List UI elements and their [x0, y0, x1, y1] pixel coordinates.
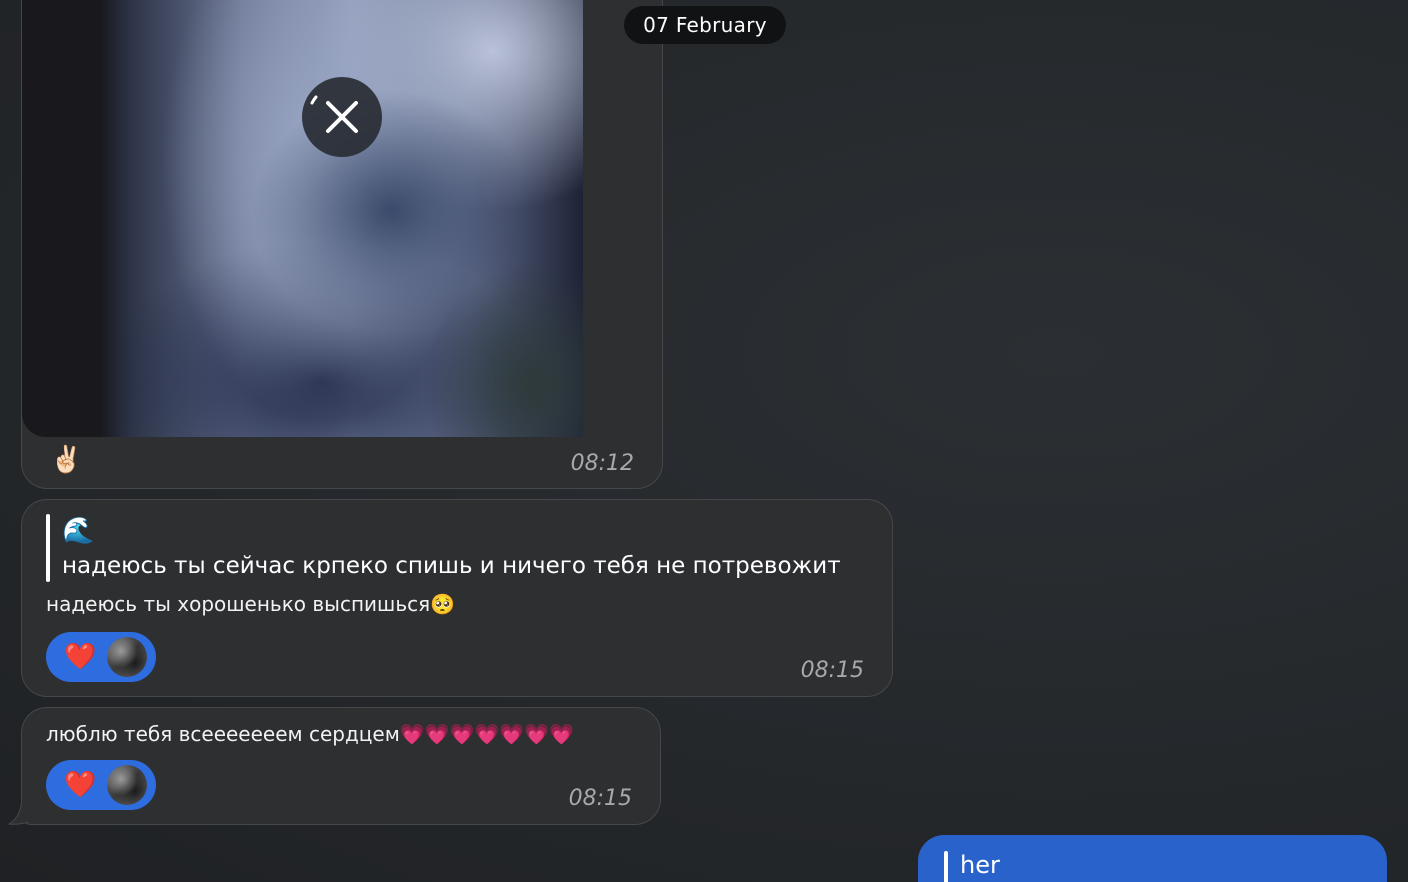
quote-emoji: 🌊 [62, 516, 95, 546]
text-message[interactable]: люблю тебя всееееееем сердцем💗💗💗💗💗💗💗 ❤️ … [21, 707, 661, 825]
quote-bar [46, 514, 50, 582]
photo-message[interactable]: ✌🏻 08:12 [21, 0, 663, 489]
reaction-chip[interactable]: ❤️ [46, 632, 156, 682]
close-icon [310, 95, 358, 133]
outgoing-message[interactable]: her [918, 835, 1387, 882]
heart-icon: ❤️ [64, 770, 97, 800]
reaction-chip[interactable]: ❤️ [46, 760, 156, 810]
heart-icon: ❤️ [64, 642, 97, 672]
message-time: 08:15 [568, 786, 632, 811]
photo-glow-region [422, 261, 583, 437]
blurred-photo[interactable] [22, 0, 583, 437]
quoted-text[interactable]: her [960, 851, 1000, 879]
message-text: надеюсь ты хорошенько выспишься🥺 [46, 592, 456, 616]
bubble-tail [8, 795, 34, 825]
chat-area: ✌🏻 08:12 07 February 🌊 надеюсь ты сейчас… [0, 0, 1408, 882]
cancel-download-button[interactable] [302, 77, 382, 157]
message-time: 08:12 [570, 451, 634, 476]
message-text: люблю тебя всееееееем сердцем💗💗💗💗💗💗💗 [46, 722, 575, 746]
avatar [107, 765, 147, 805]
quoted-text[interactable]: надеюсь ты сейчас крпеко спишь и ничего … [62, 553, 841, 579]
date-separator: 07 February [624, 6, 786, 44]
photo-caption-emoji: ✌🏻 [50, 445, 83, 475]
reply-message[interactable]: 🌊 надеюсь ты сейчас крпеко спишь и ничег… [21, 499, 893, 697]
photo-dark-region [22, 0, 102, 437]
avatar [107, 637, 147, 677]
message-time: 08:15 [800, 658, 864, 683]
quote-bar [944, 851, 948, 882]
